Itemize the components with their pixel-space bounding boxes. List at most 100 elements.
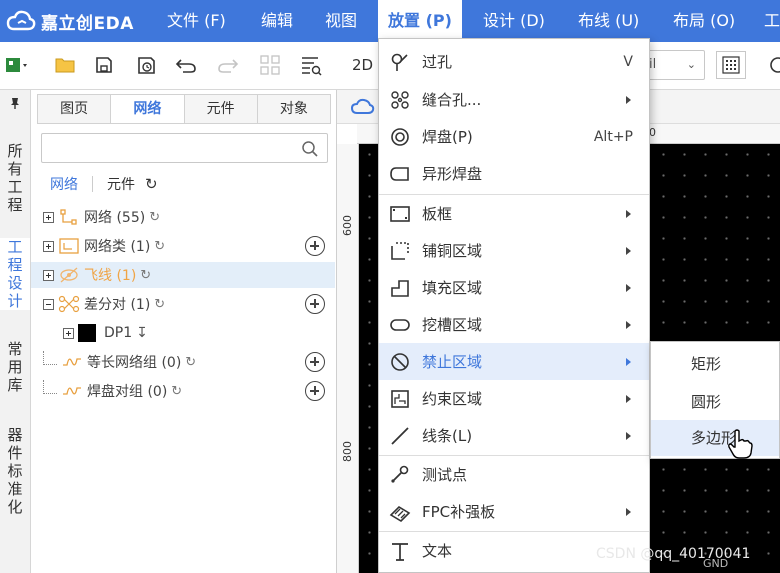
- open-button[interactable]: [52, 52, 78, 78]
- menu-tools[interactable]: 工: [764, 0, 780, 42]
- place-dropdown-menu: 过孔 V 缝合孔... 焊盘(P) Alt+P 异形焊盘 板框 铺铜区域 填充区…: [378, 38, 650, 573]
- grid-icon: [260, 55, 280, 75]
- tree-item-length-groups[interactable]: 等长网络组 (0) ↻: [43, 349, 333, 375]
- menu-item-keepout-area[interactable]: 禁止区域: [379, 343, 649, 380]
- tree-item-label: 飞线 (1): [84, 268, 137, 284]
- test-point-icon: [389, 464, 411, 486]
- menu-route[interactable]: 布线 (U): [578, 0, 639, 42]
- menu-item-fpc-stiffener[interactable]: FPC补强板: [379, 493, 649, 530]
- menu-place[interactable]: 放置 (P): [378, 0, 462, 42]
- chevron-down-icon: ⌄: [686, 58, 696, 71]
- menu-design[interactable]: 设计 (D): [483, 0, 545, 42]
- settings-button[interactable]: [762, 52, 780, 78]
- add-pad-pair-button[interactable]: [305, 381, 325, 401]
- grid-settings-button[interactable]: [716, 51, 746, 79]
- save-as-button[interactable]: [134, 52, 160, 78]
- tree-line: [43, 380, 57, 394]
- subtab-divider: [92, 176, 93, 192]
- undo-button[interactable]: [173, 52, 199, 78]
- menu-item-copper-pour[interactable]: 铺铜区域: [379, 232, 649, 269]
- ruler-left: 600 800: [337, 144, 359, 573]
- add-diff-pair-button[interactable]: [305, 294, 325, 314]
- tab-nets[interactable]: 网络: [111, 95, 185, 123]
- ruler-top-number: 0: [649, 126, 656, 139]
- menu-item-slot-area[interactable]: 挖槽区域: [379, 306, 649, 343]
- save-button[interactable]: [91, 52, 117, 78]
- search-icon[interactable]: [301, 140, 319, 158]
- app-logo: 嘉立创EDA: [6, 7, 134, 35]
- menu-layout[interactable]: 布局 (O): [673, 0, 735, 42]
- chevron-right-icon: [626, 95, 631, 104]
- add-net-class-button[interactable]: [305, 236, 325, 256]
- submenu-item-polygon[interactable]: 多边形: [651, 420, 779, 456]
- expand-icon[interactable]: [43, 211, 54, 223]
- chevron-right-icon: [626, 246, 631, 255]
- save-local-icon: [138, 57, 155, 74]
- tree-item-label: DP1: [104, 325, 133, 341]
- refresh-icon[interactable]: ↻: [149, 210, 160, 225]
- menu-file[interactable]: 文件 (F): [167, 0, 226, 42]
- refresh-icon[interactable]: ↻: [140, 268, 151, 283]
- search-input[interactable]: [42, 134, 292, 162]
- chevron-right-icon: [626, 320, 631, 329]
- expand-icon[interactable]: [63, 327, 74, 339]
- tree-item-net-classes[interactable]: 网络类 (1) ↻: [43, 233, 333, 259]
- cloud-doc-icon[interactable]: [351, 97, 375, 117]
- redo-button[interactable]: [215, 52, 241, 78]
- pin-icon[interactable]: [8, 96, 22, 110]
- ruler-left-number: 800: [341, 441, 354, 462]
- tab-common-library[interactable]: 常用库: [0, 340, 30, 394]
- ratline-hidden-icon: [60, 267, 78, 283]
- menu-view[interactable]: 视图: [325, 0, 357, 42]
- tab-device-standardization[interactable]: 器件标准化: [0, 426, 30, 516]
- new-board-icon: [6, 58, 27, 72]
- chevron-right-icon: [626, 357, 631, 366]
- menu-item-test-point[interactable]: 测试点: [379, 456, 649, 493]
- refresh-icon[interactable]: ↻: [145, 175, 158, 193]
- slot-area-icon: [389, 314, 411, 336]
- tab-sheets[interactable]: 图页: [38, 95, 112, 123]
- refresh-icon[interactable]: ↻: [185, 355, 196, 370]
- tree-item-pad-pairs[interactable]: 焊盘对组 (0) ↻: [43, 378, 333, 404]
- tree-item-dp1[interactable]: DP1 ↧: [63, 320, 333, 346]
- expand-icon[interactable]: [43, 269, 54, 281]
- menu-item-pad[interactable]: 焊盘(P) Alt+P: [379, 118, 649, 155]
- tree-item-ratlines[interactable]: 飞线 (1) ↻: [31, 262, 335, 288]
- menu-edit[interactable]: 编辑: [261, 0, 293, 42]
- list-search-button[interactable]: [298, 52, 324, 78]
- tree-line: [43, 351, 57, 365]
- menu-item-custom-pad[interactable]: 异形焊盘: [379, 155, 649, 192]
- tab-components[interactable]: 元件: [184, 95, 258, 123]
- tab-project-design[interactable]: 工程设计: [0, 238, 30, 310]
- sort-down-icon: ↧: [136, 325, 148, 341]
- refresh-icon[interactable]: ↻: [154, 239, 165, 254]
- tree-item-nets[interactable]: 网络 (55) ↻: [43, 204, 333, 230]
- tab-objects[interactable]: 对象: [257, 95, 330, 123]
- refresh-icon[interactable]: ↻: [171, 384, 182, 399]
- grid-align-button[interactable]: [257, 52, 283, 78]
- new-project-button[interactable]: [4, 52, 30, 78]
- expand-icon[interactable]: [43, 240, 54, 252]
- view-2d-button[interactable]: 2D: [352, 56, 373, 74]
- menu-item-fill-area[interactable]: 填充区域: [379, 269, 649, 306]
- color-swatch[interactable]: [78, 324, 96, 342]
- net-icon: [60, 209, 77, 225]
- fill-area-icon: [389, 277, 411, 299]
- add-length-group-button[interactable]: [305, 352, 325, 372]
- subtab-nets[interactable]: 网络: [50, 174, 78, 194]
- menu-item-constraint-area[interactable]: 约束区域: [379, 380, 649, 417]
- circle-icon: [770, 57, 780, 73]
- search-box: [41, 133, 328, 163]
- submenu-item-circle[interactable]: 圆形: [651, 384, 779, 420]
- menu-item-via[interactable]: 过孔 V: [379, 43, 649, 80]
- menu-item-stitching-via[interactable]: 缝合孔...: [379, 81, 649, 118]
- menu-item-board-outline[interactable]: 板框: [379, 195, 649, 232]
- collapse-icon[interactable]: [43, 298, 54, 310]
- submenu-item-rectangle[interactable]: 矩形: [651, 346, 779, 382]
- subtab-components[interactable]: 元件: [107, 174, 135, 194]
- tab-all-projects[interactable]: 所有工程: [0, 142, 30, 214]
- refresh-icon[interactable]: ↻: [154, 297, 165, 312]
- menu-item-line[interactable]: 线条(L): [379, 417, 649, 454]
- pad-icon: [389, 126, 411, 148]
- tree-item-diff-pairs[interactable]: 差分对 (1) ↻: [43, 291, 333, 317]
